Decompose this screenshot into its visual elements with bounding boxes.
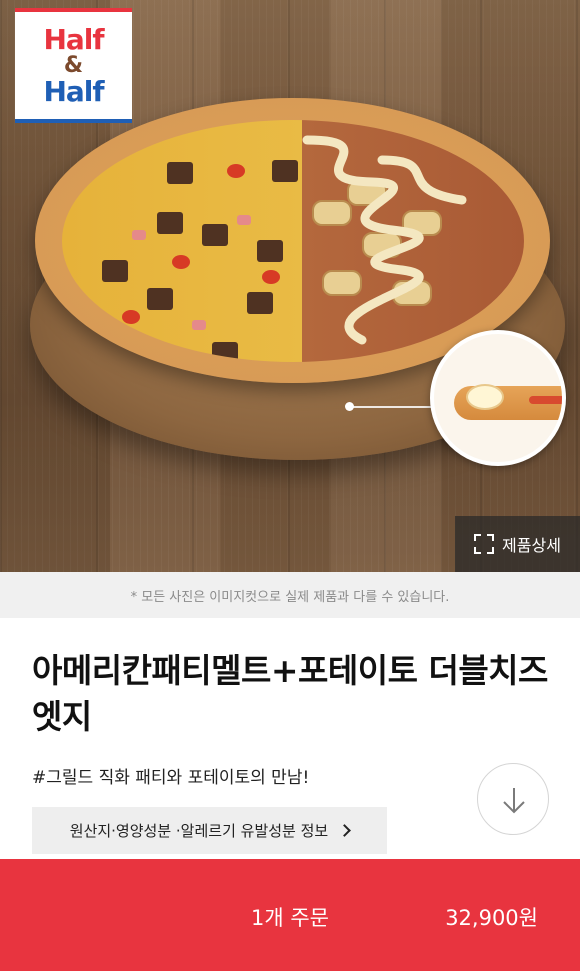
product-hero-image: Half & Half 제품상세 [0, 0, 580, 572]
order-price: 32,900원 [445, 906, 538, 930]
sauce-closeup [529, 396, 562, 404]
product-title: 아메리칸패티멜트+포테이토 더블치즈엣지 [32, 651, 548, 736]
image-disclaimer: * 모든 사진은 이미지컷으로 실제 제품과 다를 수 있습니다. [0, 572, 580, 618]
cheese-closeup [466, 384, 504, 410]
info-button-label: 원산지·영양성분 ·알레르기 유발성분 정보 [69, 822, 329, 840]
cheese-edge-closeup [430, 330, 566, 466]
product-detail-button[interactable]: 제품상세 [455, 516, 580, 572]
product-detail-label: 제품상세 [502, 536, 561, 555]
arrow-down-icon [503, 788, 525, 814]
product-subtitle: #그릴드 직화 패티와 포테이토의 만남! [32, 768, 310, 788]
detail-pointer-line [349, 406, 431, 408]
order-button[interactable]: 1개 주문 32,900원 [0, 859, 580, 971]
chevron-right-icon [338, 824, 352, 837]
origin-nutrition-allergy-info-button[interactable]: 원산지·영양성분 ·알레르기 유발성분 정보 [32, 807, 387, 854]
half-and-half-logo: Half & Half [15, 8, 132, 123]
detail-pointer-dot [345, 402, 354, 411]
logo-text-ampersand: & [63, 52, 84, 78]
scroll-down-button[interactable] [477, 763, 549, 835]
expand-frame-icon [474, 534, 495, 554]
mayo-drizzle [302, 135, 467, 345]
logo-text-bottom: Half [43, 74, 104, 108]
pizza-toppings [62, 120, 524, 362]
logo-text-top: Half [43, 22, 104, 56]
